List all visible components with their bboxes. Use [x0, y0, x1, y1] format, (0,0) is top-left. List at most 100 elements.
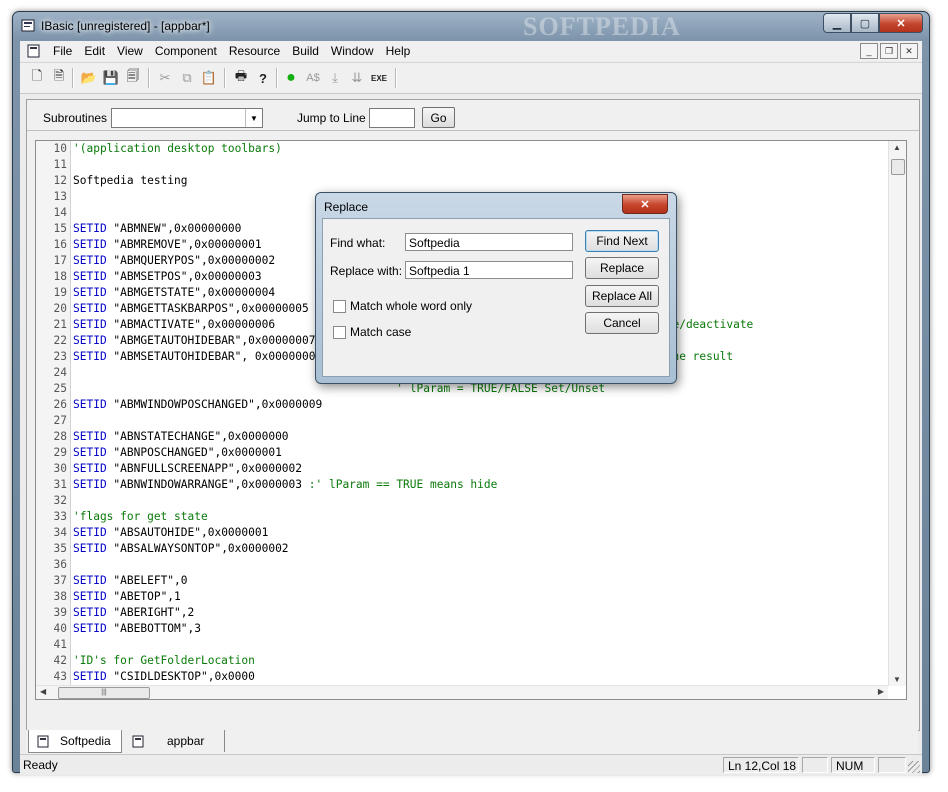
mdi-close-button[interactable]: ✕: [900, 43, 918, 59]
menu-window[interactable]: Window: [325, 44, 380, 58]
code-line[interactable]: 40 SETID "ABEBOTTOM",3: [36, 621, 888, 637]
menu-resource[interactable]: Resource: [223, 44, 286, 58]
code-line[interactable]: 32: [36, 493, 888, 509]
go-button[interactable]: Go: [422, 107, 455, 128]
code-token: "ABELEFT",0: [106, 574, 188, 587]
minimize-button[interactable]: ▁: [823, 13, 851, 33]
build-exe-icon[interactable]: EXE: [370, 69, 388, 87]
replace-with-input[interactable]: Softpedia 1: [405, 261, 573, 279]
code-line[interactable]: 33'flags for get state: [36, 509, 888, 525]
tab-softpedia[interactable]: Softpedia: [28, 730, 122, 753]
code-line[interactable]: 29 SETID "ABNPOSCHANGED",0x0000001: [36, 445, 888, 461]
new-file-icon[interactable]: 🗋: [28, 68, 46, 87]
line-text: SETID "ABMWINDOWPOSCHANGED",0x0000009: [71, 397, 322, 413]
find-what-input[interactable]: Softpedia: [405, 233, 573, 251]
mdi-restore-button[interactable]: ❐: [880, 43, 898, 59]
maximize-button[interactable]: ▢: [851, 13, 879, 33]
app-icon: [21, 19, 35, 32]
match-whole-word-label[interactable]: Match whole word only: [350, 299, 472, 313]
code-token: SETID: [73, 606, 107, 619]
dialog-close-button[interactable]: ✕: [622, 194, 668, 214]
menu-build[interactable]: Build: [286, 44, 325, 58]
save-all-icon[interactable]: 🗐: [124, 68, 142, 87]
match-whole-word-checkbox[interactable]: [333, 300, 346, 313]
menu-component[interactable]: Component: [149, 44, 223, 58]
code-line[interactable]: 35 SETID "ABSALWAYSONTOP",0x0000002: [36, 541, 888, 557]
code-token: "ABNFULLSCREENAPP",0x0000002: [106, 462, 303, 475]
cancel-button[interactable]: Cancel: [585, 312, 659, 334]
scroll-up-icon[interactable]: ▲: [893, 143, 901, 152]
step-over-icon[interactable]: ⇊: [348, 69, 366, 87]
code-token: "ABMACTIVATE",0x00000006: [106, 318, 276, 331]
tab-appbar[interactable]: appbar: [124, 730, 225, 752]
status-ready: Ready: [23, 758, 58, 772]
code-line[interactable]: 38 SETID "ABETOP",1: [36, 589, 888, 605]
code-line[interactable]: 12 Softpedia testing: [36, 173, 888, 189]
run-icon[interactable]: ●: [282, 69, 300, 87]
line-number: 31: [36, 477, 71, 493]
code-line[interactable]: 41: [36, 637, 888, 653]
replace-button[interactable]: Replace: [585, 257, 659, 279]
code-line[interactable]: 30 SETID "ABNFULLSCREENAPP",0x0000002: [36, 461, 888, 477]
vertical-scroll-thumb[interactable]: [891, 159, 905, 175]
client-area: File Edit View Component Resource Build …: [20, 41, 922, 775]
step-into-icon[interactable]: ⤓: [326, 69, 344, 87]
close-button[interactable]: ✕: [879, 13, 923, 33]
menu-help[interactable]: Help: [380, 44, 417, 58]
dialog-body: Find what: Softpedia Replace with: Softp…: [322, 218, 670, 377]
line-text: SETID "ABELEFT",0: [71, 573, 188, 589]
resize-grip[interactable]: [908, 761, 920, 773]
chevron-down-icon[interactable]: ▼: [245, 109, 262, 127]
code-line[interactable]: 42 'ID's for GetFolderLocation: [36, 653, 888, 669]
scroll-right-icon[interactable]: ▶: [878, 687, 884, 696]
line-number: 29: [36, 445, 71, 461]
menu-file[interactable]: File: [47, 44, 78, 58]
code-token: "ABETOP",1: [106, 590, 181, 603]
code-line[interactable]: 27: [36, 413, 888, 429]
compile-ascii-icon[interactable]: A$: [304, 69, 322, 87]
match-case-label[interactable]: Match case: [350, 325, 411, 339]
code-line[interactable]: 37 SETID "ABELEFT",0: [36, 573, 888, 589]
vertical-scrollbar[interactable]: ▲ ▼: [888, 141, 906, 686]
code-token: "ABMQUERYPOS",0x00000002: [106, 254, 276, 267]
code-line[interactable]: 43 SETID "CSIDLDESKTOP",0x0000: [36, 669, 888, 685]
document-icon[interactable]: [27, 44, 41, 58]
menu-view[interactable]: View: [111, 44, 149, 58]
open-folder-icon[interactable]: 📂: [80, 69, 98, 87]
menu-edit[interactable]: Edit: [78, 44, 111, 58]
jump-to-line-input[interactable]: [369, 108, 415, 128]
code-line[interactable]: 26 SETID "ABMWINDOWPOSCHANGED",0x0000009: [36, 397, 888, 413]
line-text: [71, 205, 73, 221]
match-case-checkbox[interactable]: [333, 326, 346, 339]
code-line[interactable]: 36: [36, 557, 888, 573]
horizontal-scrollbar[interactable]: ◀ ||| ▶: [36, 685, 888, 699]
new-doc-icon[interactable]: 🗎: [50, 68, 68, 87]
code-line[interactable]: 11: [36, 157, 888, 173]
scroll-down-icon[interactable]: ▼: [893, 675, 901, 684]
scroll-left-icon[interactable]: ◀: [40, 687, 46, 696]
code-line[interactable]: 31 SETID "ABNWINDOWARRANGE",0x0000003 :' …: [36, 477, 888, 493]
horizontal-scroll-thumb[interactable]: |||: [58, 687, 150, 699]
title-bar[interactable]: IBasic [unregistered] - [appbar*] SOFTPE…: [13, 12, 929, 41]
copy-icon[interactable]: ⧉: [178, 69, 196, 87]
line-text: [71, 189, 73, 205]
cut-icon[interactable]: ✂: [156, 69, 174, 87]
code-line[interactable]: 28 SETID "ABNSTATECHANGE",0x0000000: [36, 429, 888, 445]
code-token: "ABMGETTASKBARPOS",0x00000005: [106, 302, 309, 315]
print-icon[interactable]: 🖶: [232, 68, 250, 87]
save-icon[interactable]: 💾: [102, 69, 120, 87]
help-icon[interactable]: ?: [254, 69, 272, 87]
main-window: IBasic [unregistered] - [appbar*] SOFTPE…: [12, 11, 930, 775]
code-token: SETID: [73, 478, 107, 491]
mdi-minimize-button[interactable]: _: [860, 43, 878, 59]
replace-all-button[interactable]: Replace All: [585, 285, 659, 307]
find-next-button[interactable]: Find Next: [585, 230, 659, 252]
line-text: SETID "ABMGETSTATE",0x00000004: [71, 285, 275, 301]
code-line[interactable]: 10 '(application desktop toolbars): [36, 141, 888, 157]
code-line[interactable]: 39 SETID "ABERIGHT",2: [36, 605, 888, 621]
code-line[interactable]: 34 SETID "ABSAUTOHIDE",0x0000001: [36, 525, 888, 541]
paste-icon[interactable]: 📋: [200, 69, 218, 87]
subroutines-dropdown[interactable]: ▼: [111, 108, 263, 128]
line-text: Softpedia testing: [71, 173, 188, 189]
line-number: 12: [36, 173, 71, 189]
